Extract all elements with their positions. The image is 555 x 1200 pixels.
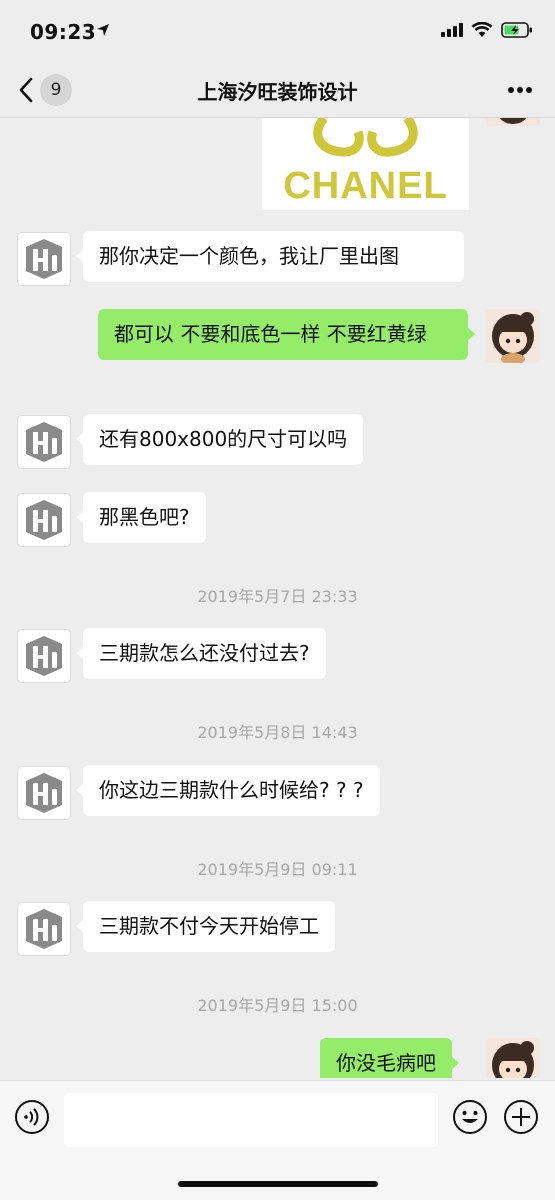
girl-avatar-icon [486, 1038, 540, 1078]
voice-input-icon[interactable] [14, 1099, 50, 1135]
timestamp: 2019年5月7日 23:33 [197, 587, 358, 606]
message-bubble-received[interactable]: 那黑色吧? [76, 492, 206, 543]
message-bubble-received[interactable]: 还有800x800的尺寸可以吗 [75, 414, 364, 465]
message-bubble-received[interactable]: 那你决定一个颜色，我让厂里出图 [76, 231, 464, 282]
avatar-contact[interactable] [17, 493, 71, 547]
hi-ope-logo-icon [18, 767, 70, 819]
more-options-icon[interactable] [507, 86, 533, 94]
message-bubble-received[interactable]: 你这边三期款什么时候给? ? ? [76, 765, 380, 816]
avatar-contact[interactable] [17, 902, 71, 956]
message-input[interactable] [64, 1093, 438, 1147]
hi-ope-logo-icon [18, 416, 70, 468]
cellular-signal-icon [441, 23, 463, 37]
home-indicator[interactable] [178, 1181, 378, 1187]
status-bar: 09:23 [0, 0, 555, 62]
avatar-self[interactable] [486, 1038, 540, 1078]
message-list[interactable]: CHANEL 那你决定一个颜色，我让厂里出图 都可以 不要和底色一样 不要红黄绿 [0, 118, 555, 1078]
hi-ope-logo-icon [18, 630, 70, 682]
avatar-contact[interactable] [17, 415, 71, 469]
message-bubble-sent[interactable]: 都可以 不要和底色一样 不要红黄绿 [98, 309, 475, 360]
emoji-icon[interactable] [452, 1099, 488, 1135]
hi-ope-logo-icon [18, 494, 70, 546]
chat-title: 上海汐旺装饰设计 [197, 80, 358, 104]
hi-ope-logo-icon [18, 233, 70, 285]
status-icons [441, 22, 533, 38]
hi-ope-logo-icon [18, 903, 70, 955]
avatar-contact[interactable] [17, 766, 71, 820]
girl-avatar-icon [486, 118, 540, 126]
timestamp: 2019年5月8日 14:43 [197, 723, 358, 742]
avatar-self[interactable] [486, 309, 540, 363]
avatar-contact[interactable] [17, 629, 71, 683]
nav-bar: 9 上海汐旺装饰设计 [0, 62, 555, 118]
timestamp: 2019年5月9日 09:11 [197, 860, 358, 879]
avatar-contact[interactable] [17, 232, 71, 286]
location-arrow-icon [97, 24, 109, 36]
brand-text: CHANEL [283, 165, 448, 207]
add-attachment-icon[interactable] [503, 1099, 539, 1135]
wifi-icon [471, 22, 493, 37]
avatar-self[interactable] [486, 118, 540, 126]
girl-avatar-icon [486, 309, 540, 363]
battery-charging-icon [501, 22, 532, 38]
message-bubble-sent[interactable]: 你没毛病吧 [320, 1038, 459, 1078]
message-bubble-received[interactable]: 三期款怎么还没付过去? [76, 628, 326, 679]
timestamp: 2019年5月9日 15:00 [197, 996, 358, 1015]
status-time: 09:23 [30, 20, 97, 44]
chat-screen: 09:23 9 上海汐旺装饰设计 CHANEL 那你决定一个颜色，我让厂里出图 … [0, 0, 555, 1200]
image-message[interactable]: CHANEL [262, 118, 469, 210]
message-bubble-received[interactable]: 三期款不付今天开始停工 [76, 901, 335, 952]
